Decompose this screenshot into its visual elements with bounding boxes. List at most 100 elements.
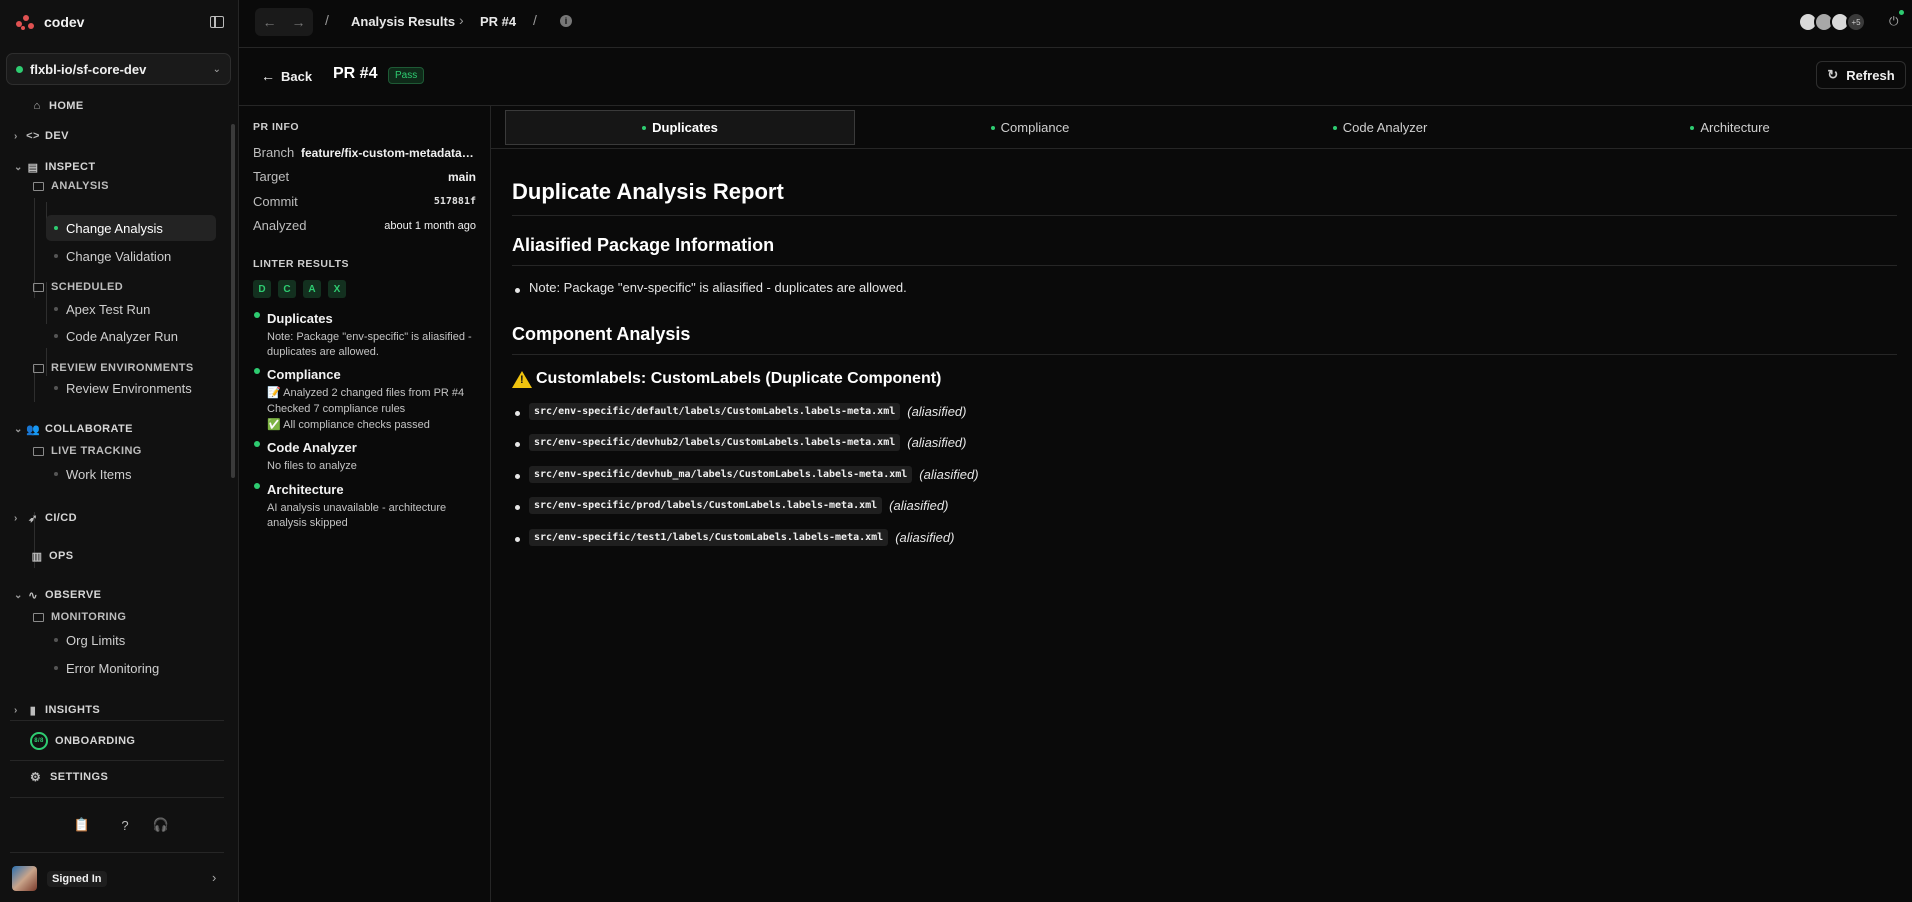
section-heading-aliasified: Aliasified Package Information — [512, 235, 775, 255]
onboarding-progress-icon: 8/8 — [30, 732, 48, 750]
code-icon: <> — [26, 130, 40, 142]
sidebar-item-error-monitoring[interactable]: Error Monitoring — [54, 655, 159, 681]
sidebar-item-ops[interactable]: ▥ OPS — [18, 549, 73, 563]
pr-info-heading: PR INFO — [253, 121, 300, 133]
sidebar-collapse-icon[interactable] — [210, 16, 224, 28]
linter-results-heading: LINTER RESULTS — [253, 258, 350, 270]
folder-icon — [33, 612, 44, 622]
headset-icon[interactable]: 🎧 — [153, 817, 169, 833]
chevron-down-icon: ⌄ — [14, 589, 23, 601]
pr-info-analyzed: Analyzed about 1 month ago — [253, 218, 476, 233]
linter-chip-duplicates[interactable]: D — [253, 280, 271, 298]
sidebar-group-analysis[interactable]: ANALYSIS — [33, 180, 109, 192]
inspect-icon: ▤ — [27, 161, 39, 174]
list-item: src/env-specific/prod/labels/CustomLabel… — [514, 497, 948, 514]
aliasified-note: Note: Package "env-specific" is aliasifi… — [515, 280, 907, 295]
sidebar-item-org-limits[interactable]: Org Limits — [54, 627, 125, 653]
back-button[interactable]: ← Back — [261, 68, 312, 84]
pr-info-target: Target main — [253, 169, 476, 184]
section-heading-component-analysis: Component Analysis — [512, 324, 691, 344]
sidebar-item-settings[interactable]: ⚙ SETTINGS — [30, 770, 108, 784]
list-item: src/env-specific/devhub_ma/labels/Custom… — [515, 466, 979, 483]
sidebar-group-scheduled[interactable]: SCHEDULED — [33, 281, 123, 293]
linter-chip-code-analyzer[interactable]: A — [303, 280, 321, 298]
ops-icon: ▥ — [31, 550, 43, 563]
app-name: codev — [44, 14, 85, 30]
list-item: src/env-specific/default/labels/CustomLa… — [514, 403, 966, 420]
component-heading: Customlabels: CustomLabels (Duplicate Co… — [512, 370, 941, 388]
refresh-icon: ↻ — [1827, 67, 1839, 82]
linter-chips: D C A X — [253, 280, 353, 298]
status-badge: Pass — [388, 67, 425, 84]
plug-icon[interactable]: ⏻ — [1889, 14, 1899, 29]
sidebar-item-change-analysis[interactable]: Change Analysis — [46, 215, 216, 241]
sidebar-item-observe[interactable]: ⌄ ∿ OBSERVE — [14, 588, 101, 602]
rocket-icon: ➶ — [28, 512, 38, 525]
breadcrumb-separator: / — [325, 12, 329, 28]
refresh-button[interactable]: ↻ Refresh — [1816, 61, 1906, 89]
sidebar-group-monitoring[interactable]: MONITORING — [33, 611, 126, 623]
sidebar-item-apex-test-run[interactable]: Apex Test Run — [54, 296, 150, 322]
forward-arrow-icon[interactable]: → — [292, 14, 306, 30]
sidebar-item-change-validation[interactable]: Change Validation — [54, 243, 171, 269]
list-item: src/env-specific/test1/labels/CustomLabe… — [514, 529, 954, 546]
clipboard-icon[interactable]: 📋 — [74, 817, 90, 833]
back-arrow-icon[interactable]: ← — [263, 14, 277, 30]
org-name: flxbl-io/sf-core-dev — [30, 61, 147, 77]
linter-chip-architecture[interactable]: X — [328, 280, 346, 298]
sidebar: codev flxbl-io/sf-core-dev ⌄ ⌂ HOME › <> DE… — [0, 0, 239, 902]
tab-duplicates[interactable]: Duplicates — [505, 110, 855, 145]
chevron-right-icon: › — [14, 704, 18, 716]
org-selector[interactable]: flxbl-io/sf-core-dev ⌄ — [6, 53, 231, 85]
breadcrumb-analysis-results[interactable]: Analysis Results — [351, 14, 455, 29]
pr-info-branch: Branch feature/fix-custom-metadata-alias… — [253, 145, 476, 160]
sidebar-item-insights[interactable]: › ▮ INSIGHTS — [14, 703, 100, 717]
gear-icon: ⚙ — [30, 770, 42, 784]
folder-icon — [33, 446, 44, 456]
sidebar-scrollbar[interactable] — [231, 124, 235, 478]
chart-icon: ▮ — [29, 704, 37, 717]
user-profile[interactable]: Signed In — [12, 866, 107, 891]
sidebar-item-review-environments[interactable]: Review Environments — [54, 375, 192, 401]
sidebar-item-work-items[interactable]: Work Items — [54, 461, 132, 487]
connection-status-dot — [1899, 10, 1904, 15]
help-icon[interactable]: ? — [117, 817, 133, 833]
sidebar-item-cicd[interactable]: › ➶ CI/CD — [14, 511, 77, 525]
sidebar-group-live-tracking[interactable]: LIVE TRACKING — [33, 445, 142, 457]
tab-code-analyzer[interactable]: Code Analyzer — [1205, 110, 1555, 145]
arrow-left-icon: ← — [261, 68, 275, 84]
linter-chip-compliance[interactable]: C — [278, 280, 296, 298]
sidebar-item-inspect[interactable]: ⌄ ▤ INSPECT — [14, 160, 95, 174]
report-tabs: Duplicates Compliance Code Analyzer Arch… — [491, 106, 1912, 149]
analyzed-value: about 1 month ago — [384, 219, 476, 232]
linter-result-duplicates[interactable]: Duplicates Note: Package "env-specific" … — [253, 311, 483, 360]
breadcrumb-chevron-icon: › — [459, 12, 464, 28]
org-status-dot — [16, 65, 23, 73]
linter-result-code-analyzer[interactable]: Code Analyzer No files to analyze — [253, 440, 483, 474]
sidebar-item-onboarding[interactable]: 8/8 ONBOARDING — [30, 732, 135, 750]
collaborator-avatars[interactable]: +5 — [1798, 12, 1866, 32]
report-title: Duplicate Analysis Report — [512, 179, 784, 204]
tab-architecture[interactable]: Architecture — [1555, 110, 1905, 145]
sidebar-item-dev[interactable]: › <> DEV — [14, 129, 69, 143]
pr-info-commit: Commit 517881f — [253, 194, 476, 209]
chevron-down-icon: ⌄ — [212, 63, 221, 75]
linter-result-architecture[interactable]: Architecture AI analysis unavailable - a… — [253, 482, 483, 531]
target-value: main — [447, 169, 476, 184]
page-title: PR #4 — [333, 65, 378, 82]
chevron-right-icon: › — [14, 130, 18, 142]
more-users-badge: +5 — [1846, 12, 1866, 32]
sidebar-item-home[interactable]: ⌂ HOME — [18, 99, 84, 113]
sidebar-item-code-analyzer-run[interactable]: Code Analyzer Run — [54, 323, 178, 349]
folder-icon — [33, 282, 44, 292]
sidebar-group-review-environments[interactable]: REVIEW ENVIRONMENTS — [33, 362, 194, 374]
info-icon[interactable]: i — [560, 15, 572, 27]
sidebar-nav: ⌂ HOME › <> DEV ⌄ ▤ INSPECT ANALYSIS Change A… — [0, 92, 232, 718]
warning-icon — [512, 370, 532, 388]
sidebar-item-collaborate[interactable]: ⌄ 👥 COLLABORATE — [14, 422, 133, 436]
breadcrumb-separator: / — [533, 12, 537, 28]
commit-value: 517881f — [433, 196, 476, 207]
tab-compliance[interactable]: Compliance — [855, 110, 1205, 145]
chevron-right-icon[interactable]: › — [212, 870, 216, 885]
linter-result-compliance[interactable]: Compliance 📝 Analyzed 2 changed files fr… — [253, 367, 483, 433]
